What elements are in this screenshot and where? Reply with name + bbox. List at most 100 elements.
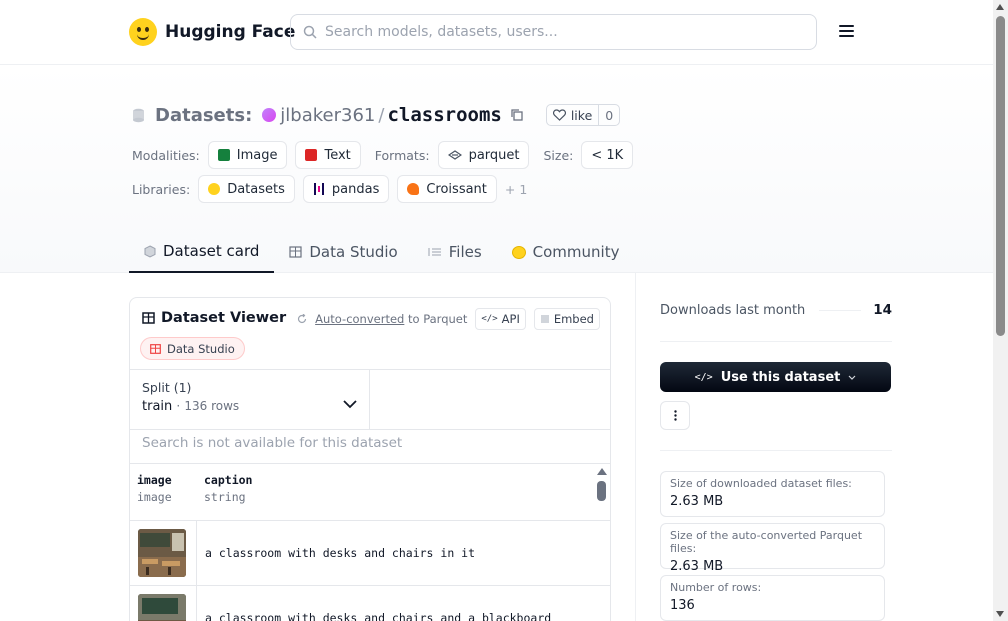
sidebar-divider	[635, 273, 636, 621]
hf-datasets-icon	[208, 183, 221, 195]
to-parquet-text: to Parquet	[408, 312, 468, 326]
more-vertical-icon	[673, 410, 677, 421]
modalities-label: Modalities:	[132, 147, 200, 163]
column-type: string	[204, 490, 246, 504]
dataset-card-icon	[144, 244, 156, 258]
database-icon	[133, 108, 144, 122]
caption-cell: a classroom with desks and chairs and a …	[205, 611, 552, 621]
like-button[interactable]: like 0	[545, 104, 621, 126]
repo-kind-label[interactable]: Datasets:	[155, 105, 252, 126]
chevron-down-icon	[343, 400, 357, 409]
heart-icon	[552, 109, 566, 121]
split-separator: ·	[176, 399, 181, 413]
community-icon	[511, 245, 526, 259]
tag-text[interactable]: Text	[295, 141, 361, 169]
tag-image[interactable]: Image	[207, 141, 288, 169]
scrollbar-thumb[interactable]	[996, 16, 1005, 336]
image-cell	[130, 521, 197, 585]
table-icon	[289, 246, 302, 258]
parquet-icon	[447, 150, 462, 160]
viewer-title-text: Dataset Viewer	[161, 310, 287, 326]
column-header-image[interactable]: image image	[137, 473, 172, 504]
column-header-caption[interactable]: caption string	[204, 473, 252, 504]
table-icon	[150, 343, 161, 354]
tag-label: Datasets	[227, 181, 285, 197]
code-icon: </>	[481, 314, 498, 324]
tab-data-studio[interactable]: Data Studio	[274, 231, 412, 273]
classroom-thumbnail[interactable]	[138, 529, 186, 577]
stat-value: 136	[670, 598, 695, 613]
tab-dataset-card[interactable]: Dataset card	[129, 231, 275, 273]
scroll-up-arrow-icon[interactable]	[996, 4, 1004, 10]
menu-hamburger-icon[interactable]	[839, 25, 854, 38]
libraries-more[interactable]: + 1	[505, 182, 527, 197]
tag-parquet[interactable]: parquet	[437, 141, 530, 169]
like-count: 0	[605, 107, 614, 123]
tab-community[interactable]: Community	[497, 231, 635, 273]
repo-owner-link[interactable]: jlbaker361	[280, 105, 375, 126]
formats-label: Formats:	[374, 147, 430, 163]
split-label: Split (1)	[142, 380, 192, 395]
hugging-face-logo-icon	[129, 18, 157, 46]
scroll-up-arrow-icon[interactable]	[597, 468, 607, 475]
api-label: API	[501, 312, 520, 326]
top-navbar: Hugging Face	[0, 0, 993, 65]
use-this-dataset-button[interactable]: </> Use this dataset	[660, 362, 891, 392]
stat-download-size: Size of downloaded dataset files: 2.63 M…	[660, 471, 885, 517]
caption-cell: a classroom with desks and chairs in it	[205, 546, 476, 560]
search-bar[interactable]	[290, 14, 817, 50]
stat-value: 2.63 MB	[670, 494, 724, 509]
tag-label: pandas	[331, 181, 380, 197]
size-label: Size:	[543, 147, 574, 163]
like-label: like	[570, 107, 593, 123]
table-row[interactable]: a classroom with desks and chairs in it	[130, 521, 610, 586]
split-name: train	[142, 399, 173, 414]
refresh-icon	[298, 314, 307, 324]
tag-size[interactable]: < 1K	[581, 141, 634, 169]
croissant-icon	[407, 183, 420, 195]
classroom-thumbnail[interactable]	[138, 594, 186, 621]
tag-datasets[interactable]: Datasets	[198, 175, 295, 203]
avatar	[262, 108, 277, 122]
image-icon	[217, 149, 230, 161]
api-button[interactable]: </> API	[475, 308, 526, 330]
stat-parquet-size: Size of the auto-converted Parquet files…	[660, 523, 885, 574]
tag-pandas[interactable]: pandas	[302, 175, 390, 203]
data-studio-button[interactable]: Data Studio	[140, 337, 245, 360]
metadata-row-1: Modalities: Image Text Formats: parquet …	[132, 141, 641, 169]
stat-label: Number of rows:	[670, 581, 762, 594]
table-scrollbar[interactable]	[596, 465, 609, 621]
use-dataset-label: Use this dataset	[720, 369, 841, 385]
embed-button[interactable]: Embed	[533, 308, 600, 330]
more-options-button[interactable]	[660, 401, 690, 430]
code-icon: </>	[694, 371, 713, 383]
scrollbar-thumb[interactable]	[597, 481, 606, 501]
text-icon	[305, 149, 318, 161]
search-input[interactable]	[325, 24, 805, 40]
viewer-title: Dataset Viewer	[142, 310, 286, 326]
repo-name-link[interactable]: classrooms	[387, 104, 501, 126]
split-dropdown[interactable]: Split (1) train · 136 rows	[130, 370, 370, 430]
tag-label: parquet	[468, 147, 520, 163]
downloads-value: 14	[873, 302, 892, 318]
downloads-stat: Downloads last month 14	[660, 302, 892, 318]
table-row[interactable]: a classroom with desks and chairs and a …	[130, 586, 610, 621]
column-type: image	[137, 490, 172, 504]
auto-converted-link[interactable]: Auto-converted	[315, 312, 404, 326]
column-name: caption	[204, 473, 253, 487]
stat-label: Size of downloaded dataset files:	[670, 477, 852, 490]
tab-files[interactable]: Files	[413, 231, 497, 273]
page-scrollbar[interactable]	[993, 0, 1008, 621]
path-separator: /	[378, 104, 385, 126]
tag-label: < 1K	[591, 147, 624, 163]
tag-croissant[interactable]: Croissant	[397, 175, 497, 203]
image-cell	[130, 586, 197, 621]
data-studio-label: Data Studio	[167, 341, 235, 356]
data-table: image image caption string a classroom w…	[130, 463, 610, 621]
table-header: image image caption string	[130, 464, 610, 521]
tag-label: Croissant	[426, 181, 487, 197]
divider	[660, 341, 892, 342]
logo[interactable]: Hugging Face	[129, 18, 295, 46]
copy-icon[interactable]	[510, 108, 524, 122]
scroll-down-arrow-icon[interactable]	[996, 611, 1004, 617]
